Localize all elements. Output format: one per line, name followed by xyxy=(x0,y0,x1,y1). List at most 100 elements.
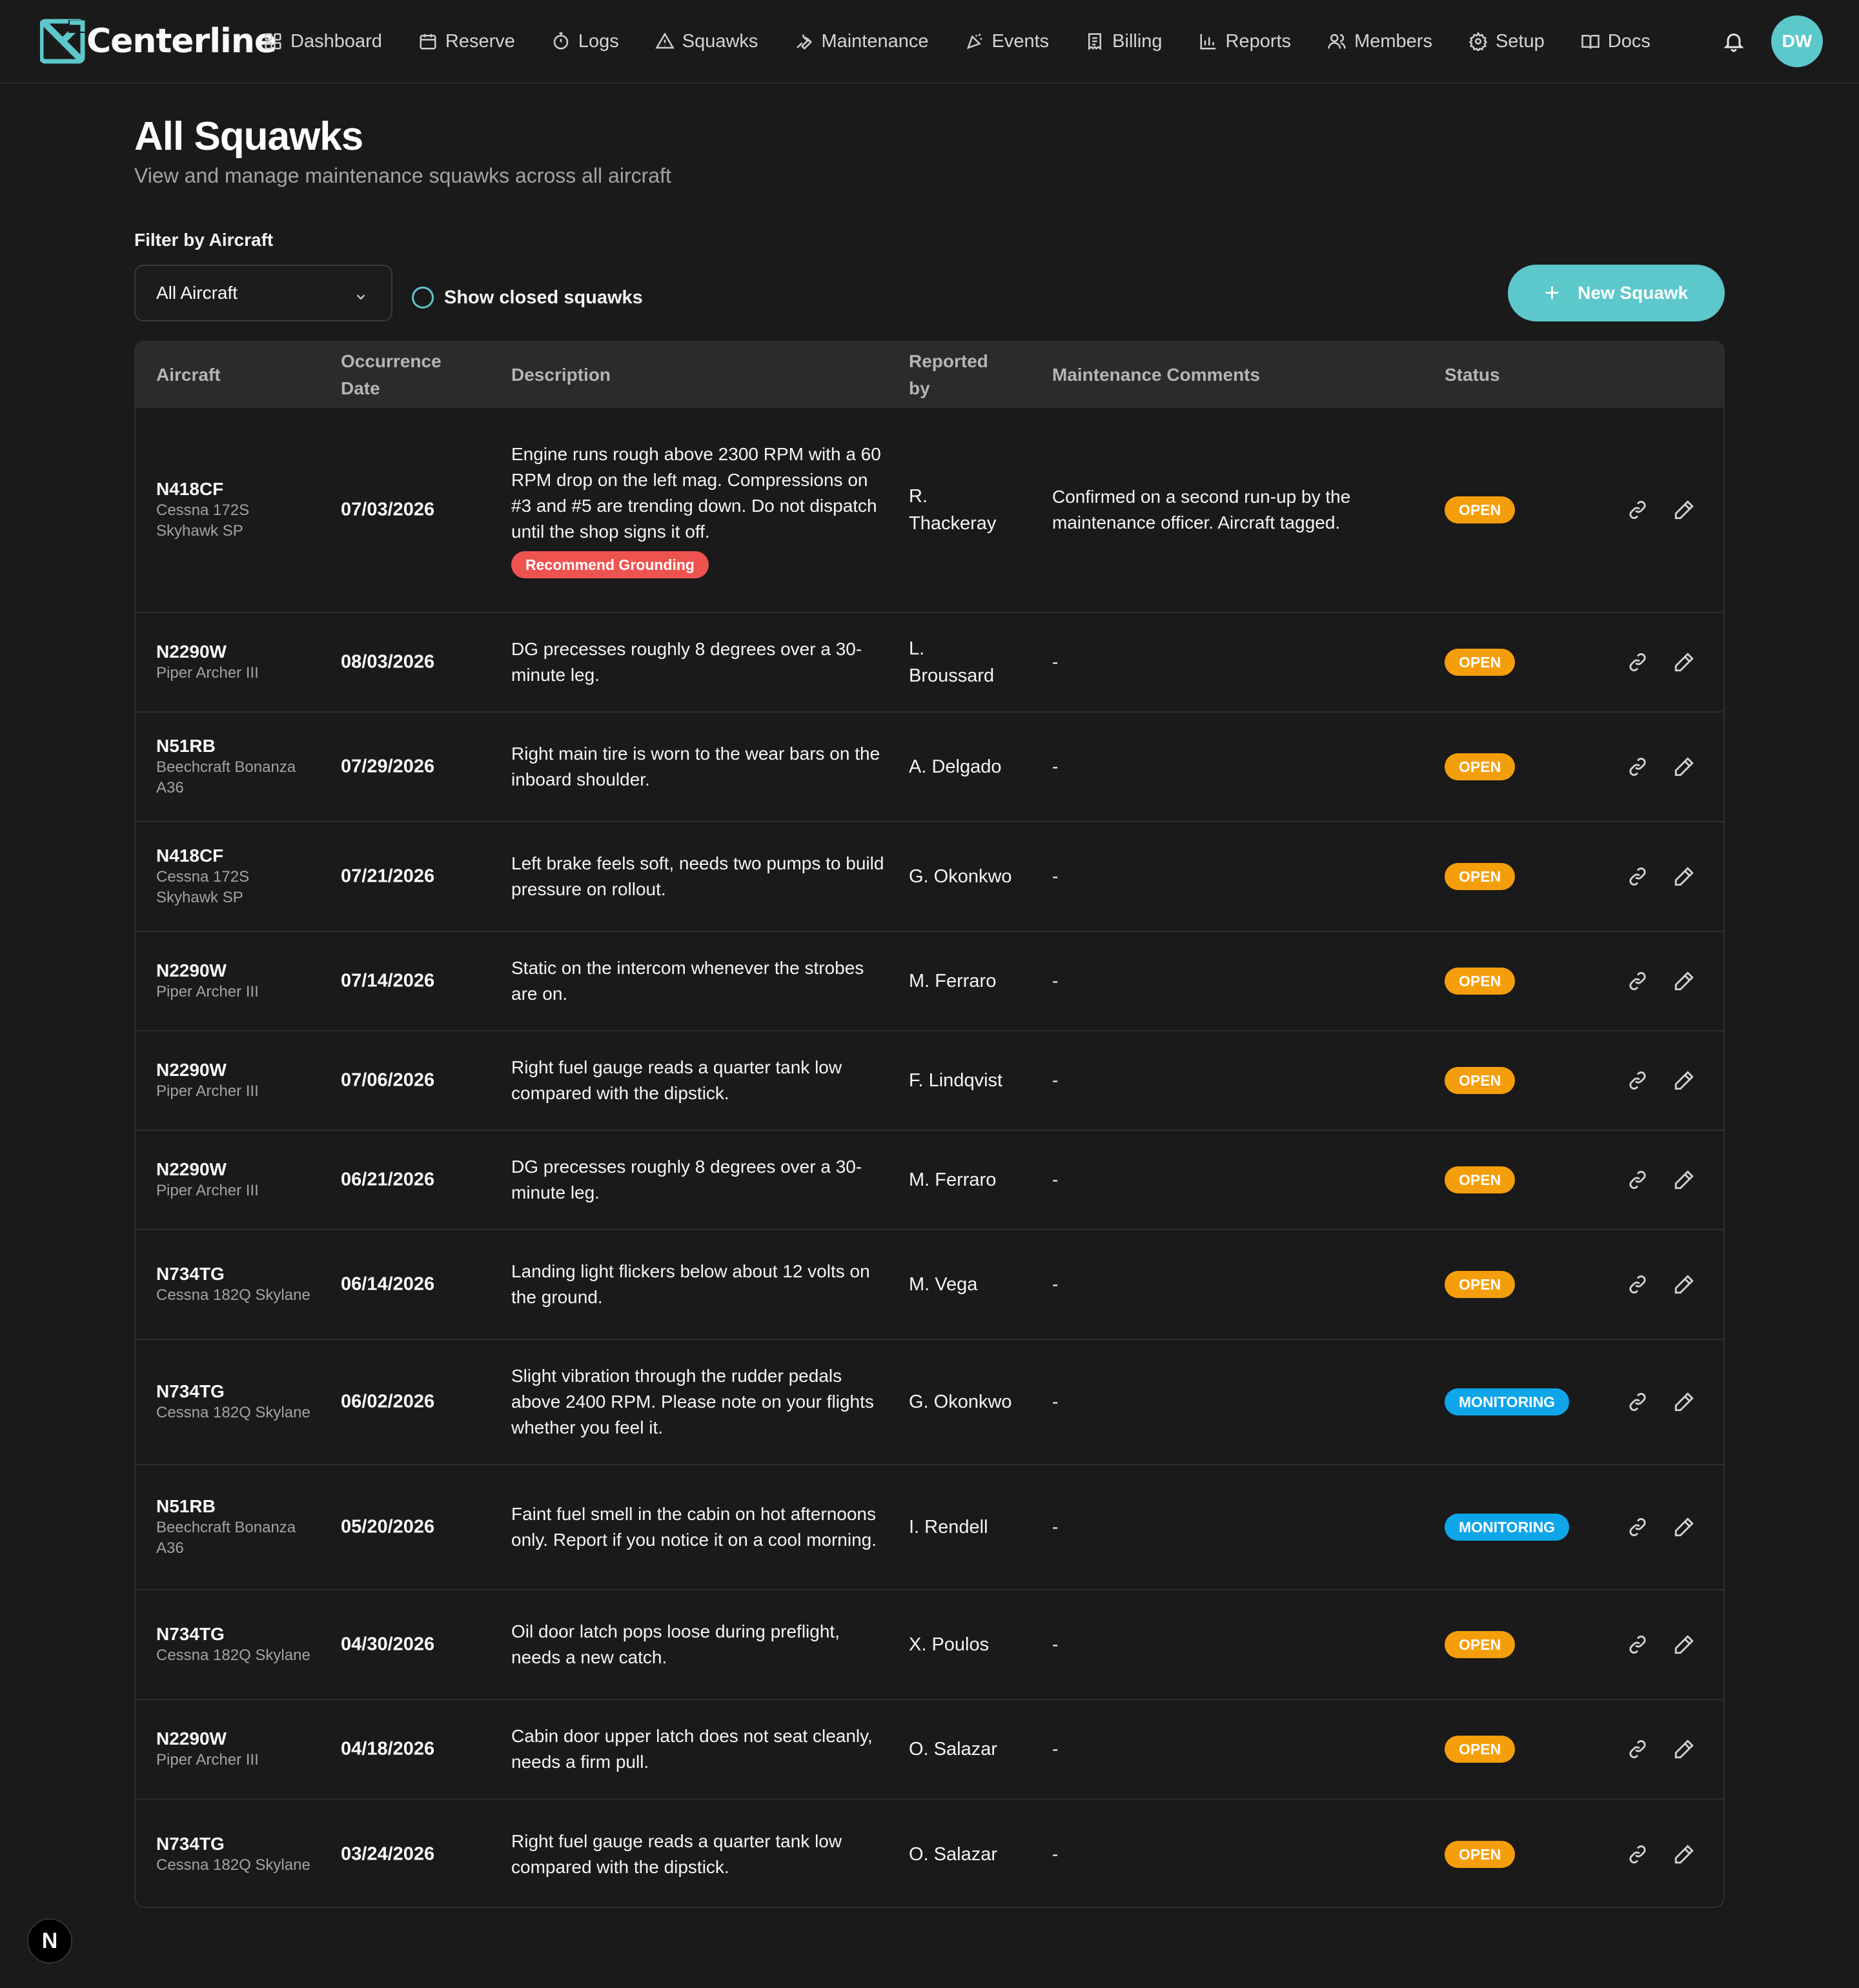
table-row[interactable]: N418CF Cessna 172S Skyhawk SP 07/03/2026 En… xyxy=(136,408,1723,612)
description-text: Cabin door upper latch does not seat cle… xyxy=(511,1726,873,1772)
aircraft-cell: N51RB Beechcraft Bonanza A36 xyxy=(156,735,311,798)
show-closed-radio[interactable] xyxy=(412,287,434,309)
occurrence-date: 07/06/2026 xyxy=(341,1070,435,1091)
copy-link-button[interactable] xyxy=(1627,1738,1649,1760)
edit-button[interactable] xyxy=(1673,970,1695,992)
edit-button[interactable] xyxy=(1673,651,1695,673)
copy-link-button[interactable] xyxy=(1627,1070,1649,1091)
link-icon xyxy=(1627,758,1649,780)
nav-label: Reports xyxy=(1225,30,1292,52)
nav-item-maintenance[interactable]: Maintenance xyxy=(794,22,929,61)
copy-link-button[interactable] xyxy=(1627,651,1649,673)
aircraft-cell: N2290W Piper Archer III xyxy=(156,641,311,684)
copy-link-button[interactable] xyxy=(1627,970,1649,992)
tail-number: N51RB xyxy=(156,1496,216,1516)
aircraft-filter-select[interactable]: All Aircraft xyxy=(134,265,392,321)
table-row[interactable]: N734TG Cessna 182Q Skylane 04/30/2026 Oil d… xyxy=(136,1589,1723,1699)
pencil-icon xyxy=(1673,867,1695,890)
edit-button[interactable] xyxy=(1673,756,1695,778)
nav-item-billing[interactable]: Billing xyxy=(1085,22,1163,61)
edit-button[interactable] xyxy=(1673,499,1695,521)
copy-link-button[interactable] xyxy=(1627,1634,1649,1656)
edit-button[interactable] xyxy=(1673,1738,1695,1760)
status-badge: OPEN xyxy=(1445,1166,1516,1193)
nav-item-events[interactable]: Events xyxy=(965,22,1049,61)
occurrence-date: 07/21/2026 xyxy=(341,866,435,887)
pencil-icon xyxy=(1673,653,1695,676)
table-row[interactable]: N2290W Piper Archer III 04/18/2026 Cabin do… xyxy=(136,1699,1723,1798)
aircraft-model: Piper Archer III xyxy=(156,1082,259,1100)
aircraft-cell: N2290W Piper Archer III xyxy=(156,1059,311,1102)
link-icon xyxy=(1627,1275,1649,1298)
user-avatar[interactable]: DW xyxy=(1771,15,1823,67)
tail-number: N418CF xyxy=(156,846,224,866)
occurrence-date: 06/14/2026 xyxy=(341,1273,435,1295)
notifications-button[interactable] xyxy=(1722,30,1745,53)
table-row[interactable]: N734TG Cessna 182Q Skylane 06/14/2026 Landi… xyxy=(136,1229,1723,1339)
pencil-icon xyxy=(1673,500,1695,523)
nav-item-squawks[interactable]: Squawks xyxy=(655,22,758,61)
edit-button[interactable] xyxy=(1673,1070,1695,1091)
edit-button[interactable] xyxy=(1673,1516,1695,1538)
status-cell: OPEN xyxy=(1445,753,1516,780)
party-popper-icon xyxy=(966,33,982,50)
edit-button[interactable] xyxy=(1673,1169,1695,1191)
copy-link-button[interactable] xyxy=(1627,866,1649,888)
nav-item-reserve[interactable]: Reserve xyxy=(418,22,515,61)
aircraft-cell: N734TG Cessna 182Q Skylane xyxy=(156,1623,311,1666)
aircraft-model: Cessna 182Q Skylane xyxy=(156,1286,310,1304)
table-row[interactable]: N734TG Cessna 182Q Skylane 06/02/2026 Sligh… xyxy=(136,1339,1723,1464)
maintenance-comment: - xyxy=(1052,1517,1059,1537)
table-row[interactable]: N2290W Piper Archer III 08/03/2026 DG prece… xyxy=(136,612,1723,711)
nav-label: Reserve xyxy=(445,30,515,52)
dev-tools-badge[interactable]: N xyxy=(27,1918,72,1963)
tail-number: N2290W xyxy=(156,1060,227,1080)
receipt-icon xyxy=(1088,33,1102,50)
nav-label: Billing xyxy=(1112,30,1163,52)
table-row[interactable]: N2290W Piper Archer III 07/06/2026 Right fu… xyxy=(136,1030,1723,1130)
status-badge: OPEN xyxy=(1445,863,1516,890)
copy-link-button[interactable] xyxy=(1627,1169,1649,1191)
nav-item-setup[interactable]: Setup xyxy=(1468,22,1545,61)
description-text: Slight vibration through the rudder peda… xyxy=(511,1366,874,1437)
copy-link-button[interactable] xyxy=(1627,1516,1649,1538)
table-row[interactable]: N418CF Cessna 172S Skyhawk SP 07/21/2026 Le… xyxy=(136,821,1723,931)
nav-item-dashboard[interactable]: Dashboard xyxy=(263,22,382,61)
occurrence-date: 07/29/2026 xyxy=(341,756,435,777)
nav-item-docs[interactable]: Docs xyxy=(1581,22,1651,61)
occurrence-date: 06/02/2026 xyxy=(341,1391,435,1412)
app-logo[interactable]: Centerline xyxy=(39,18,277,65)
copy-link-button[interactable] xyxy=(1627,756,1649,778)
nav-item-members[interactable]: Members xyxy=(1327,22,1432,61)
maintenance-comment: - xyxy=(1052,866,1059,886)
table-row[interactable]: N2290W Piper Archer III 06/21/2026 DG prece… xyxy=(136,1130,1723,1229)
pencil-icon xyxy=(1673,971,1695,995)
users-icon xyxy=(1328,34,1346,49)
reported-by: O. Salazar xyxy=(909,1844,997,1865)
description-cell: Faint fuel smell in the cabin on hot aft… xyxy=(511,1501,886,1553)
table-row[interactable]: N51RB Beechcraft Bonanza A36 05/20/2026 Fai… xyxy=(136,1464,1723,1589)
copy-link-button[interactable] xyxy=(1627,1843,1649,1865)
copy-link-button[interactable] xyxy=(1627,1391,1649,1413)
tail-number: N2290W xyxy=(156,1729,227,1749)
show-closed-toggle[interactable]: Show closed squawks xyxy=(412,287,643,309)
copy-link-button[interactable] xyxy=(1627,1273,1649,1295)
description-text: Faint fuel smell in the cabin on hot aft… xyxy=(511,1504,877,1550)
nav-item-reports[interactable]: Reports xyxy=(1199,22,1292,61)
maintenance-comment: - xyxy=(1052,652,1059,672)
copy-link-button[interactable] xyxy=(1627,499,1649,521)
aircraft-model: Piper Archer III xyxy=(156,1751,259,1769)
edit-button[interactable] xyxy=(1673,1634,1695,1656)
nav-item-logs[interactable]: Logs xyxy=(551,22,619,61)
edit-button[interactable] xyxy=(1673,1273,1695,1295)
grounding-badge: Recommend Grounding xyxy=(511,551,709,578)
new-squawk-button[interactable]: + New Squawk xyxy=(1508,265,1725,321)
edit-button[interactable] xyxy=(1673,866,1695,888)
edit-button[interactable] xyxy=(1673,1843,1695,1865)
table-row[interactable]: N734TG Cessna 182Q Skylane 03/24/2026 Right… xyxy=(136,1798,1723,1907)
description-cell: Right fuel gauge reads a quarter tank lo… xyxy=(511,1055,886,1106)
table-row[interactable]: N51RB Beechcraft Bonanza A36 07/29/2026 Rig… xyxy=(136,711,1723,821)
tail-number: N734TG xyxy=(156,1624,225,1644)
edit-button[interactable] xyxy=(1673,1391,1695,1413)
table-row[interactable]: N2290W Piper Archer III 07/14/2026 Static o… xyxy=(136,931,1723,1030)
